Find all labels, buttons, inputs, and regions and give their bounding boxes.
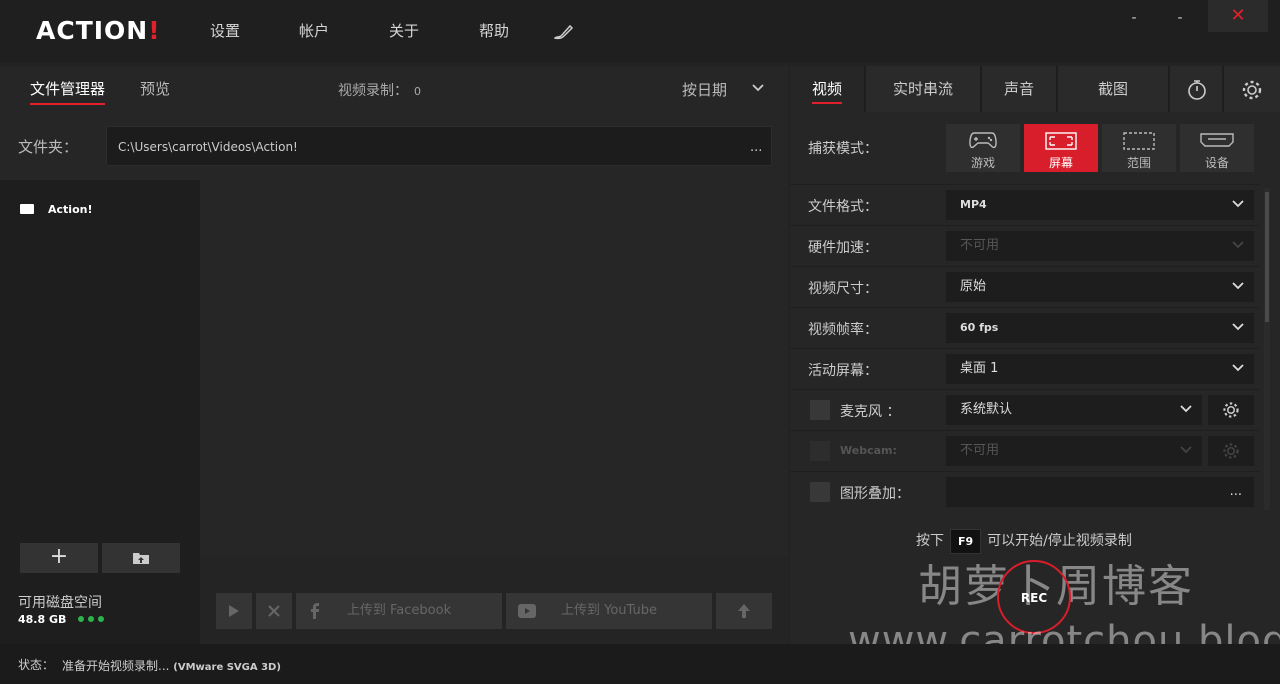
webcam-settings-button[interactable]: [1208, 436, 1254, 466]
maximize-button[interactable]: -: [1168, 10, 1192, 34]
microphone-select[interactable]: 系统默认: [946, 395, 1202, 425]
capture-mode-label: 捕获模式：: [808, 141, 878, 157]
hw-accel-label: 硬件加速：: [808, 240, 878, 256]
gear-icon: [1222, 442, 1240, 460]
tab-file-manager[interactable]: 文件管理器: [30, 78, 106, 105]
tab-video[interactable]: 视频: [790, 66, 866, 112]
recording-count: 视频录制： 0: [338, 83, 421, 99]
overlay-select[interactable]: ...: [946, 477, 1254, 507]
status-text: 准备开始视频录制... (VMware SVGA 3D): [62, 659, 281, 673]
app-window: ACTION! 设置 帐户 关于 帮助 - - ✕ 文件管理器 预览 视频录制：…: [0, 0, 1280, 684]
file-format-label: 文件格式：: [808, 199, 878, 215]
file-list-area[interactable]: [200, 180, 788, 556]
upload-facebook-label: 上传到 Facebook: [346, 603, 452, 618]
delete-button[interactable]: [256, 593, 292, 629]
upload-arrow-icon: [737, 603, 751, 619]
microphone-checkbox[interactable]: [810, 400, 830, 420]
chevron-down-icon: [1232, 323, 1244, 331]
chevron-down-icon: [1232, 200, 1244, 208]
chevron-down-icon: [1180, 405, 1192, 413]
chevron-down-icon[interactable]: [752, 84, 764, 92]
youtube-icon: [518, 604, 536, 618]
timer-icon: [1186, 79, 1208, 101]
video-size-select[interactable]: 原始: [946, 272, 1254, 302]
title-bar: [0, 0, 1280, 62]
tab-timer[interactable]: [1170, 66, 1224, 112]
hdmi-icon: [1200, 133, 1234, 147]
folder-label: 文件夹：: [18, 138, 79, 156]
capture-mode-device[interactable]: 设备: [1180, 124, 1254, 172]
folder-icon: [20, 204, 34, 214]
upload-youtube-button[interactable]: 上传到 YouTube: [506, 593, 712, 629]
chevron-down-icon: [1180, 446, 1192, 454]
hw-accel-select[interactable]: 不可用: [946, 231, 1254, 261]
fullscreen-icon: [1045, 132, 1077, 150]
browse-folder-button[interactable]: ...: [750, 140, 762, 155]
upload-youtube-label: 上传到 YouTube: [561, 603, 657, 618]
webcam-checkbox[interactable]: [810, 441, 830, 461]
menu-help[interactable]: 帮助: [479, 20, 509, 41]
microphone-settings-button[interactable]: [1208, 395, 1254, 425]
tab-screenshot[interactable]: 截图: [1058, 66, 1170, 112]
app-logo: ACTION!: [36, 16, 161, 45]
overlay-label: 图形叠加：: [840, 486, 910, 502]
gamepad-icon: [968, 130, 998, 150]
tree-item-action[interactable]: Action!: [20, 203, 92, 216]
file-format-select[interactable]: MP4: [946, 190, 1254, 220]
video-size-label: 视频尺寸：: [808, 281, 878, 297]
close-icon: [267, 604, 281, 618]
disk-indicator-dot: [98, 616, 104, 622]
pen-icon[interactable]: [554, 24, 574, 40]
folder-up-icon: [132, 551, 150, 565]
menu-account[interactable]: 帐户: [299, 20, 329, 41]
chevron-down-icon: [1232, 282, 1244, 290]
region-icon: [1123, 132, 1155, 150]
disk-space-label: 可用磁盘空间: [18, 595, 102, 611]
menu-about[interactable]: 关于: [389, 20, 419, 41]
tab-settings[interactable]: [1224, 66, 1280, 112]
gear-icon: [1222, 401, 1240, 419]
status-label: 状态：: [18, 658, 55, 672]
menu-settings[interactable]: 设置: [210, 20, 240, 41]
folder-path-text: C:\Users\carrot\Videos\Action!: [118, 140, 298, 154]
play-icon: [228, 604, 240, 618]
upload-button[interactable]: [716, 593, 772, 629]
gear-icon: [1241, 79, 1263, 101]
capture-mode-game[interactable]: 游戏: [946, 124, 1020, 172]
disk-indicator-dot: [88, 616, 94, 622]
microphone-label: 麦克风 ：: [840, 404, 901, 420]
frame-rate-select[interactable]: 60 fps: [946, 313, 1254, 343]
capture-mode-screen[interactable]: 屏幕: [1024, 124, 1098, 172]
disk-space-value: 48.8 GB: [18, 613, 67, 626]
add-folder-button[interactable]: +: [20, 543, 98, 573]
active-screen-label: 活动屏幕：: [808, 363, 878, 379]
tab-live-stream[interactable]: 实时串流: [866, 66, 982, 112]
upload-facebook-button[interactable]: 上传到 Facebook: [296, 593, 502, 629]
facebook-icon: [310, 603, 320, 619]
active-screen-select[interactable]: 桌面 1: [946, 354, 1254, 384]
scrollbar-thumb[interactable]: [1265, 192, 1269, 322]
play-button[interactable]: [216, 593, 252, 629]
frame-rate-label: 视频帧率：: [808, 322, 878, 338]
folder-tree: [0, 180, 200, 644]
minimize-button[interactable]: -: [1122, 10, 1146, 34]
open-folder-button[interactable]: [102, 543, 180, 573]
webcam-label: Webcam:: [840, 444, 897, 457]
capture-mode-region[interactable]: 范围: [1102, 124, 1176, 172]
overlay-checkbox[interactable]: [810, 482, 830, 502]
chevron-down-icon: [1232, 241, 1244, 249]
tab-preview[interactable]: 预览: [140, 78, 170, 99]
close-button[interactable]: ✕: [1208, 0, 1268, 32]
webcam-select[interactable]: 不可用: [946, 436, 1202, 466]
tab-audio[interactable]: 声音: [982, 66, 1058, 112]
chevron-down-icon: [1232, 364, 1244, 372]
sort-dropdown[interactable]: 按日期: [682, 79, 727, 100]
disk-indicator-dot: [78, 616, 84, 622]
